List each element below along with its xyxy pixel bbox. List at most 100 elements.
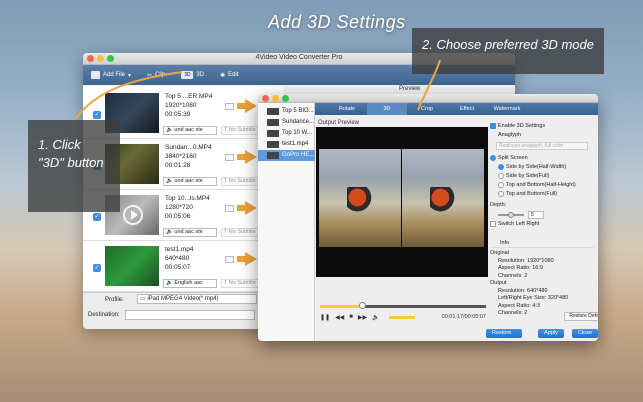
depth-stepper[interactable]: 5 xyxy=(528,211,544,219)
pause-icon[interactable]: ❚❚ xyxy=(320,314,330,321)
close-button[interactable]: Close xyxy=(571,329,598,338)
split-screen-radio[interactable]: Split Screen xyxy=(490,154,594,163)
step1-callout: 1. Click "3D" button xyxy=(28,120,120,212)
edit-file-icon[interactable] xyxy=(225,256,234,263)
step2-callout: 2. Choose preferred 3D mode xyxy=(412,28,604,74)
file-name: Top 10...ls.MP4 xyxy=(165,195,210,202)
radio-off-icon xyxy=(498,181,504,188)
speaker-icon: 🔈 xyxy=(166,178,173,184)
play-icon[interactable] xyxy=(123,205,143,225)
subtitle-value: No Subtitle xyxy=(228,229,256,235)
file-row[interactable]: ✓ test1.mp4 640*480 00:05:07 🔈 English a… xyxy=(83,242,283,292)
clip-button[interactable]: ✂ Clip xyxy=(147,72,165,79)
subtitle-value: No Subtitle xyxy=(228,178,256,184)
subtitle-icon: T xyxy=(224,127,228,133)
dialog-zoom-button[interactable] xyxy=(282,95,289,102)
file-checkbox[interactable]: ✓ xyxy=(93,111,101,119)
switch-lr-checkbox[interactable]: Switch Left Right xyxy=(490,220,594,229)
edit-button[interactable]: ✱ Edit xyxy=(220,72,238,79)
anaglyph-select[interactable]: Red/cyan anaglyph, full color xyxy=(496,142,588,150)
dialog-file-label: Top 5 BIG... xyxy=(282,108,314,114)
dialog-close-button[interactable] xyxy=(262,95,269,102)
add-file-button[interactable]: Add File ▾ xyxy=(91,71,131,79)
file-thumbnail xyxy=(267,119,279,126)
video-thumbnail[interactable] xyxy=(105,246,159,286)
file-duration: 00:05:07 xyxy=(165,264,191,271)
split-option-radio[interactable]: Top and Bottom(Half-Height) xyxy=(490,181,594,190)
file-name: Sundan...0.MP4 xyxy=(165,144,212,151)
file-thumbnail xyxy=(267,152,279,159)
tab-rotate[interactable]: Rotate xyxy=(327,106,367,112)
depth-slider-knob[interactable] xyxy=(508,212,514,218)
apply-button[interactable]: Apply xyxy=(538,329,564,338)
original-info-line: Resolution: 1920*1080 xyxy=(498,257,554,264)
3d-button[interactable]: 3D 3D xyxy=(181,71,204,79)
playback-scrubber[interactable] xyxy=(320,302,486,309)
file-resolution: 3840*2160 xyxy=(165,153,197,160)
audio-track-select[interactable]: 🔈 und aac ste xyxy=(163,228,217,237)
previous-icon[interactable]: ◀◀ xyxy=(335,314,344,321)
stop-icon[interactable]: ■ xyxy=(349,314,353,320)
dialog-titlebar xyxy=(258,94,598,103)
dialog-file-item-selected[interactable]: GoPro HE... xyxy=(258,150,315,161)
tab-watermark[interactable]: Watermark xyxy=(487,106,527,112)
volume-slider[interactable] xyxy=(388,315,415,319)
depth-slider[interactable] xyxy=(498,212,524,218)
destination-label: Destination: xyxy=(88,312,120,318)
preview-label: Preview xyxy=(399,86,421,92)
dialog-tabs: Rotate 3D Crop Effect Watermark xyxy=(315,103,598,115)
profile-select[interactable]: ▭ iPad MPEG4 Video(*.mp4) xyxy=(137,294,257,304)
profile-value: iPad MPEG4 Video(*.mp4) xyxy=(147,296,219,302)
dialog-file-item[interactable]: Sundance... xyxy=(258,117,315,128)
enable-3d-checkbox[interactable]: Enable 3D Settings xyxy=(490,122,594,131)
original-info-line: Aspect Ratio: 16:9 xyxy=(498,265,543,271)
audio-track-value: English aac xyxy=(174,280,203,286)
restore-all-button[interactable]: Restore All xyxy=(486,329,523,341)
split-option-label: Side by Side(Full) xyxy=(506,173,550,179)
file-resolution: 640*480 xyxy=(165,255,190,262)
next-icon[interactable]: ▶▶ xyxy=(358,314,367,321)
audio-track-select[interactable]: 🔈 und aac ste xyxy=(163,177,217,186)
dialog-file-item[interactable]: Top 5 BIG... xyxy=(258,106,315,117)
edit-file-icon[interactable] xyxy=(225,205,234,212)
output-info-line: Resolution: 640*480 xyxy=(498,287,548,294)
scrubber-knob[interactable] xyxy=(358,302,366,309)
dialog-button-bar: Restore All Apply Close xyxy=(486,329,598,341)
anaglyph-radio[interactable]: Anaglyph xyxy=(490,131,594,140)
edit-file-icon[interactable] xyxy=(225,154,234,161)
dialog-file-item[interactable]: test1.mp4 xyxy=(258,139,315,150)
profile-label: Profile: xyxy=(105,297,124,303)
convert-arrow-icon xyxy=(237,252,257,266)
audio-track-select[interactable]: 🔈 und aac ste xyxy=(163,126,217,135)
clip-label: Clip xyxy=(155,72,166,78)
tab-3d[interactable]: 3D xyxy=(367,103,407,115)
edit-file-icon[interactable] xyxy=(225,103,234,110)
audio-track-value: und aac ste xyxy=(174,127,203,133)
split-option-radio[interactable]: Side by Side(Half-Width) xyxy=(490,163,594,172)
audio-track-value: und aac ste xyxy=(174,229,203,235)
skier-image xyxy=(430,187,456,217)
audio-track-select[interactable]: 🔈 English aac xyxy=(163,279,217,288)
split-screen-label: Split Screen xyxy=(498,155,528,161)
dialog-file-item[interactable]: Top 10 W... xyxy=(258,128,315,139)
tab-effect[interactable]: Effect xyxy=(447,106,487,112)
split-option-radio[interactable]: Top and Bottom(Full) xyxy=(490,190,594,199)
convert-arrow-icon xyxy=(237,150,257,164)
destination-field[interactable] xyxy=(125,310,255,320)
dialog-file-label: test1.mp4 xyxy=(282,141,309,147)
audio-track-value: und aac ste xyxy=(174,178,203,184)
depth-control: 5 xyxy=(490,210,594,220)
file-thumbnail xyxy=(267,108,279,115)
right-eye-frame xyxy=(402,149,484,247)
file-checkbox[interactable]: ✓ xyxy=(93,264,101,272)
scrubber-fill xyxy=(320,305,362,308)
dialog-minimize-button[interactable] xyxy=(272,95,279,102)
dialog-file-label: GoPro HE... xyxy=(282,152,315,158)
volume-icon[interactable]: 🔈 xyxy=(372,314,379,321)
file-checkbox[interactable]: ✓ xyxy=(93,213,101,221)
restore-defaults-button[interactable]: Restore Defaults xyxy=(564,312,598,321)
original-label: Original xyxy=(490,250,509,256)
split-option-radio[interactable]: Side by Side(Full) xyxy=(490,172,594,181)
original-info-line: Channels: 2 xyxy=(498,272,528,279)
tab-crop[interactable]: Crop xyxy=(407,106,447,112)
